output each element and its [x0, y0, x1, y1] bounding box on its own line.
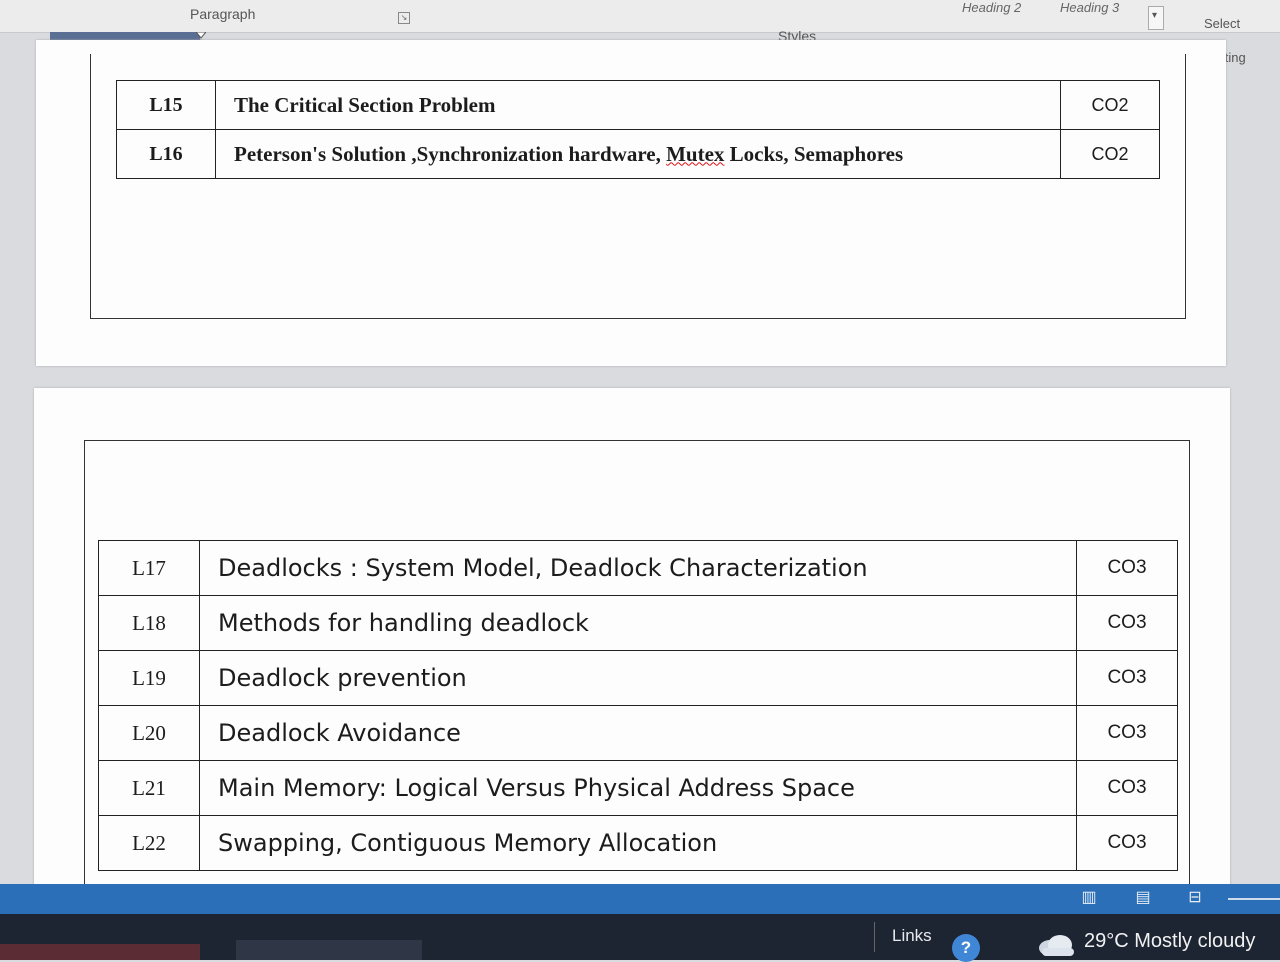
syllabus-table-2: L17 Deadlocks : System Model, Deadlock C…: [98, 540, 1178, 871]
lecture-code-cell[interactable]: L17: [98, 540, 200, 596]
document-page-2[interactable]: L17 Deadlocks : System Model, Deadlock C…: [34, 388, 1230, 901]
taskbar-app-button[interactable]: [0, 944, 200, 960]
taskbar-separator: [874, 922, 875, 952]
lecture-code-cell[interactable]: L21: [98, 760, 200, 816]
course-outcome-cell[interactable]: CO2: [1060, 80, 1160, 130]
topic-cell[interactable]: Swapping, Contiguous Memory Allocation: [199, 815, 1077, 871]
table-row: L19 Deadlock prevention CO3: [98, 650, 1178, 706]
taskbar-app-button[interactable]: [236, 940, 422, 960]
help-icon[interactable]: ?: [952, 934, 980, 962]
topic-cell[interactable]: Deadlock prevention: [199, 650, 1077, 706]
weather-widget[interactable]: 29°C Mostly cloudy: [1084, 930, 1255, 953]
course-outcome-cell[interactable]: CO3: [1076, 595, 1178, 651]
select-button[interactable]: Select: [1204, 16, 1240, 31]
course-outcome-cell[interactable]: CO2: [1060, 129, 1160, 179]
topic-cell[interactable]: Deadlock Avoidance: [199, 705, 1077, 761]
status-bar: ▥ ▤ ⊟: [0, 884, 1280, 914]
style-heading3[interactable]: Heading 3: [1060, 0, 1119, 15]
table-row: L20 Deadlock Avoidance CO3: [98, 705, 1178, 761]
spellcheck-flagged-word[interactable]: Mutex: [666, 142, 724, 166]
table-row: L15 The Critical Section Problem CO2: [116, 80, 1160, 130]
lecture-code-cell[interactable]: L22: [98, 815, 200, 871]
lecture-code-cell[interactable]: L15: [116, 80, 216, 130]
table-row: L17 Deadlocks : System Model, Deadlock C…: [98, 540, 1178, 596]
print-layout-icon[interactable]: ▤: [1132, 888, 1154, 908]
course-outcome-cell[interactable]: CO3: [1076, 540, 1178, 596]
lecture-code-cell[interactable]: L19: [98, 650, 200, 706]
table-row: L16 Peterson's Solution ,Synchronization…: [116, 129, 1160, 179]
table-row: L18 Methods for handling deadlock CO3: [98, 595, 1178, 651]
lecture-code-cell[interactable]: L20: [98, 705, 200, 761]
cloud-icon[interactable]: [1036, 934, 1076, 956]
styles-gallery-more-button[interactable]: [1148, 6, 1164, 30]
topic-cell[interactable]: The Critical Section Problem: [215, 80, 1061, 130]
course-outcome-cell[interactable]: CO3: [1076, 650, 1178, 706]
links-toolbar-label[interactable]: Links: [892, 926, 932, 946]
document-page-1[interactable]: L15 The Critical Section Problem CO2 L16…: [36, 40, 1226, 366]
topic-cell[interactable]: Methods for handling deadlock: [199, 595, 1077, 651]
lecture-code-cell[interactable]: L18: [98, 595, 200, 651]
style-heading2[interactable]: Heading 2: [962, 0, 1021, 15]
topic-cell[interactable]: Main Memory: Logical Versus Physical Add…: [199, 760, 1077, 816]
read-mode-icon[interactable]: ▥: [1078, 888, 1100, 908]
ribbon: Paragraph ↘ Heading 2 Heading 3 Select: [0, 0, 1280, 33]
syllabus-table-1: L15 The Critical Section Problem CO2 L16…: [116, 80, 1160, 179]
course-outcome-cell[interactable]: CO3: [1076, 705, 1178, 761]
web-layout-icon[interactable]: ⊟: [1184, 888, 1206, 908]
lecture-code-cell[interactable]: L16: [116, 129, 216, 179]
course-outcome-cell[interactable]: CO3: [1076, 815, 1178, 871]
table-row: L21 Main Memory: Logical Versus Physical…: [98, 760, 1178, 816]
course-outcome-cell[interactable]: CO3: [1076, 760, 1178, 816]
topic-cell[interactable]: Deadlocks : System Model, Deadlock Chara…: [199, 540, 1077, 596]
topic-text: Locks, Semaphores: [724, 141, 904, 166]
zoom-slider[interactable]: [1228, 898, 1280, 900]
paragraph-dialog-launcher-icon[interactable]: ↘: [398, 12, 410, 24]
topic-text: Peterson's Solution ,Synchronization har…: [234, 141, 667, 166]
topic-cell[interactable]: Peterson's Solution ,Synchronization har…: [215, 129, 1061, 179]
paragraph-group-label: Paragraph: [190, 6, 256, 22]
table-row: L22 Swapping, Contiguous Memory Allocati…: [98, 815, 1178, 871]
